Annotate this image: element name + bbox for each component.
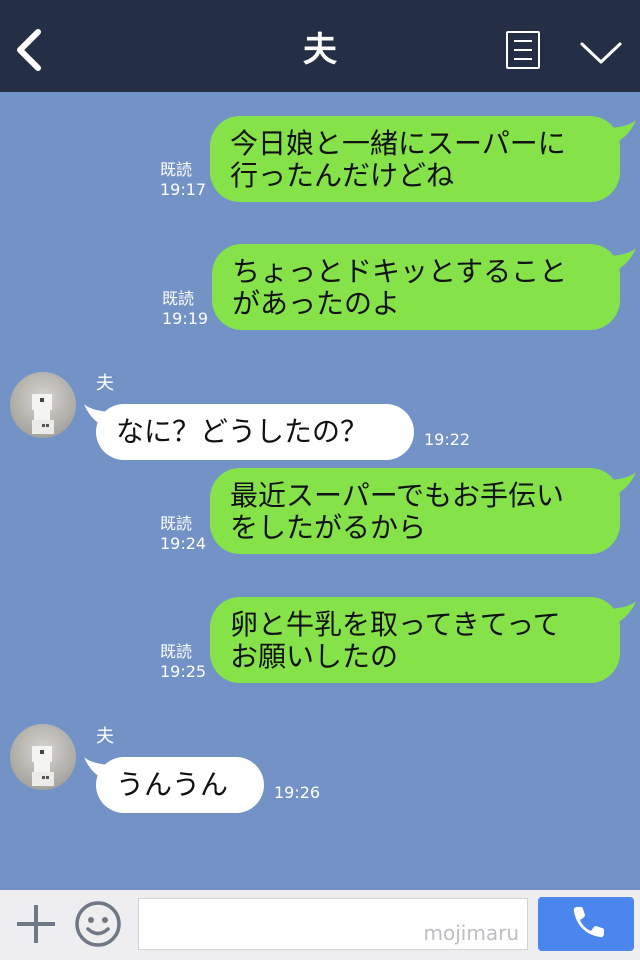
message-line: なに？どうしたの？ bbox=[116, 415, 369, 448]
read-receipt: 既読 bbox=[160, 514, 193, 533]
read-receipt: 既読 bbox=[160, 160, 193, 179]
chevron-down-icon bbox=[580, 42, 622, 64]
chat-header: 夫 bbox=[0, 0, 640, 92]
add-button[interactable] bbox=[14, 902, 58, 946]
plus-icon bbox=[17, 905, 55, 943]
sender-name: 夫 bbox=[96, 726, 114, 747]
notes-button[interactable] bbox=[506, 31, 540, 69]
contact-avatar[interactable] bbox=[10, 372, 76, 438]
message-line: お願いしたの bbox=[230, 640, 399, 673]
message-line: 卵と牛乳を取ってきてって bbox=[230, 608, 561, 641]
message-bubble[interactable]: ちょっとドキッとすること があったのよ bbox=[212, 244, 636, 330]
avatar-figure-icon bbox=[32, 746, 54, 786]
message-bubble[interactable]: うんうん bbox=[84, 757, 264, 813]
bubble-tail bbox=[606, 601, 636, 625]
read-receipt: 既読 bbox=[160, 642, 193, 661]
message-bubble[interactable]: なに？どうしたの？ bbox=[84, 404, 414, 460]
message-input[interactable]: mojimaru bbox=[138, 898, 528, 950]
phone-icon bbox=[573, 907, 604, 938]
message-time: 19:22 bbox=[424, 430, 471, 449]
contact-avatar[interactable] bbox=[10, 724, 76, 790]
call-button[interactable] bbox=[538, 897, 634, 951]
message-meta: 既読 19:19 bbox=[162, 289, 208, 329]
message-meta: 既読 19:24 bbox=[160, 514, 206, 554]
chat-title: 夫 bbox=[303, 30, 337, 70]
message-meta: 既読 19:25 bbox=[160, 642, 206, 682]
message-line: 行ったんだけどね bbox=[230, 159, 455, 192]
message-time: 19:25 bbox=[160, 662, 207, 681]
smiley-icon bbox=[75, 901, 121, 947]
message-meta: 既読 19:17 bbox=[160, 160, 206, 200]
watermark: mojimaru bbox=[423, 921, 519, 945]
message-bubble[interactable]: 最近スーパーでもお手伝い をしたがるから bbox=[210, 468, 636, 554]
bubble-tail bbox=[606, 472, 636, 496]
sender-name: 夫 bbox=[96, 373, 114, 394]
message-line: 最近スーパーでもお手伝い bbox=[230, 479, 565, 512]
message-line: をしたがるから bbox=[230, 511, 427, 544]
message-line: 今日娘と一緒にスーパーに bbox=[230, 127, 566, 160]
message-time: 19:24 bbox=[160, 534, 207, 553]
message-line: ちょっとドキッとすること bbox=[232, 255, 568, 288]
bubble-tail bbox=[606, 248, 636, 272]
message-time: 19:26 bbox=[274, 783, 321, 802]
message-line: があったのよ bbox=[232, 287, 401, 320]
bubble-tail bbox=[606, 120, 636, 144]
read-receipt: 既読 bbox=[162, 289, 195, 308]
avatar-figure-icon bbox=[32, 394, 54, 434]
message-time: 19:19 bbox=[162, 309, 209, 328]
bubble-tail bbox=[84, 757, 114, 781]
bubble-tail bbox=[84, 404, 114, 428]
message-bubble[interactable]: 卵と牛乳を取ってきてって お願いしたの bbox=[210, 597, 636, 683]
collapse-button[interactable] bbox=[578, 34, 624, 70]
message-bubble[interactable]: 今日娘と一緒にスーパーに 行ったんだけどね bbox=[210, 116, 636, 202]
message-line: うんうん bbox=[116, 768, 229, 801]
message-time: 19:17 bbox=[160, 180, 207, 199]
emoji-button[interactable] bbox=[74, 900, 122, 948]
